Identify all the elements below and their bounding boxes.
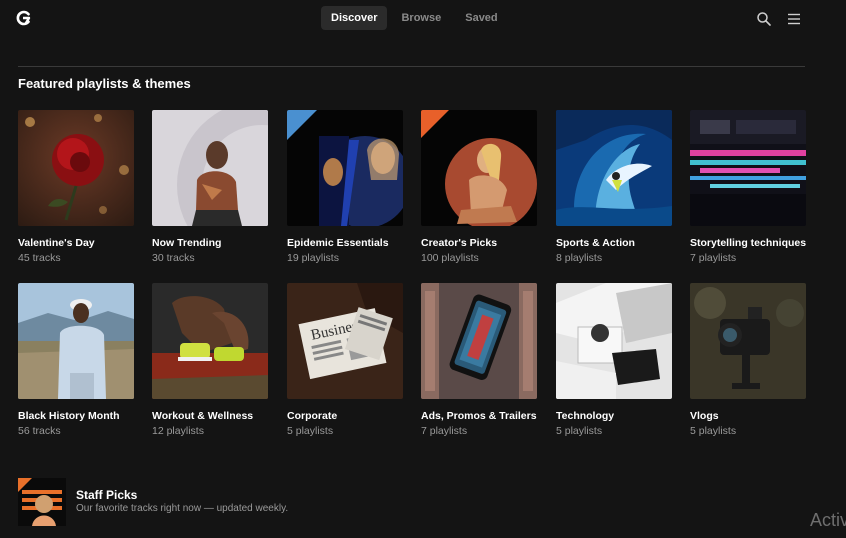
top-bar: Discover Browse Saved <box>0 0 846 38</box>
playlist-count: 12 playlists <box>152 425 204 437</box>
playlist-card-vlogs[interactable]: Vlogs 5 playlists <box>690 283 806 437</box>
playlist-card-workout-wellness[interactable]: Workout & Wellness 12 playlists <box>152 283 268 437</box>
playlist-card-creators-picks[interactable]: Creator's Picks 100 playlists <box>421 110 537 264</box>
playlist-thumbnail <box>556 110 672 226</box>
playlist-card-valentines-day[interactable]: Valentine's Day 45 tracks <box>18 110 134 264</box>
playlist-count: 5 playlists <box>287 425 334 437</box>
playlist-thumbnail <box>18 283 134 399</box>
playlist-title: Epidemic Essentials <box>287 237 389 249</box>
playlist-count: 100 playlists <box>421 252 479 264</box>
playlist-title: Corporate <box>287 410 338 422</box>
tab-discover[interactable]: Discover <box>321 6 388 30</box>
playlist-thumbnail <box>152 110 268 226</box>
playlist-card-ads-promos-trailers[interactable]: Ads, Promos & Trailers 7 playlists <box>421 283 537 437</box>
playlist-card-now-trending[interactable]: Now Trending 30 tracks <box>152 110 268 264</box>
playlist-count: 45 tracks <box>18 252 61 264</box>
playlist-thumbnail <box>18 110 134 226</box>
playlist-thumbnail <box>421 283 537 399</box>
playlist-thumbnail: Business <box>287 283 403 399</box>
playlist-count: 56 tracks <box>18 425 61 437</box>
playlist-card-epidemic-essentials[interactable]: Epidemic Essentials 19 playlists <box>287 110 403 264</box>
playlist-count: 19 playlists <box>287 252 339 264</box>
section-divider <box>18 66 805 67</box>
playlist-title: Vlogs <box>690 410 719 422</box>
playlist-count: 7 playlists <box>690 252 737 264</box>
playlist-card-technology[interactable]: Technology 5 playlists <box>556 283 672 437</box>
tab-saved[interactable]: Saved <box>455 6 507 30</box>
playlist-thumbnail <box>421 110 537 226</box>
main-nav: Discover Browse Saved <box>321 6 512 30</box>
menu-icon[interactable] <box>786 11 802 27</box>
playlist-card-black-history-month[interactable]: Black History Month 56 tracks <box>18 283 134 437</box>
playlist-thumbnail <box>690 283 806 399</box>
playlist-title: Black History Month <box>18 410 120 422</box>
staff-picks-subtitle: Our favorite tracks right now — updated … <box>76 503 289 514</box>
playlist-count: 7 playlists <box>421 425 468 437</box>
playlist-thumbnail <box>556 283 672 399</box>
staff-picks-title: Staff Picks <box>76 488 138 502</box>
playlist-thumbnail <box>287 110 403 226</box>
staff-picks-row[interactable]: Staff Picks Our favorite tracks right no… <box>18 478 418 528</box>
playlist-title: Storytelling techniques <box>690 237 807 249</box>
playlist-count: 8 playlists <box>556 252 603 264</box>
brand-logo-icon[interactable] <box>16 10 32 26</box>
search-icon[interactable] <box>756 11 772 27</box>
playlist-card-corporate[interactable]: Business Corporate 5 playlists <box>287 283 403 437</box>
playlist-title: Now Trending <box>152 237 222 249</box>
playlist-thumbnail <box>152 283 268 399</box>
playlist-title: Creator's Picks <box>421 237 498 249</box>
playlist-title: Workout & Wellness <box>152 410 254 422</box>
playlist-thumbnail <box>690 110 806 226</box>
playlist-title: Technology <box>556 410 615 422</box>
playlist-title: Valentine's Day <box>18 237 95 249</box>
playlist-count: 5 playlists <box>690 425 737 437</box>
playlist-count: 5 playlists <box>556 425 603 437</box>
playlist-title: Sports & Action <box>556 237 635 249</box>
playlist-title: Ads, Promos & Trailers <box>421 410 537 422</box>
playlist-card-sports-action[interactable]: Sports & Action 8 playlists <box>556 110 672 264</box>
playlist-card-storytelling-techniques[interactable]: Storytelling techniques 7 playlists <box>690 110 806 264</box>
activation-watermark: Activ <box>810 510 846 530</box>
tab-browse[interactable]: Browse <box>391 6 451 30</box>
playlist-count: 30 tracks <box>152 252 195 264</box>
staff-picks-thumbnail <box>18 478 66 526</box>
section-title: Featured playlists & themes <box>18 76 191 91</box>
